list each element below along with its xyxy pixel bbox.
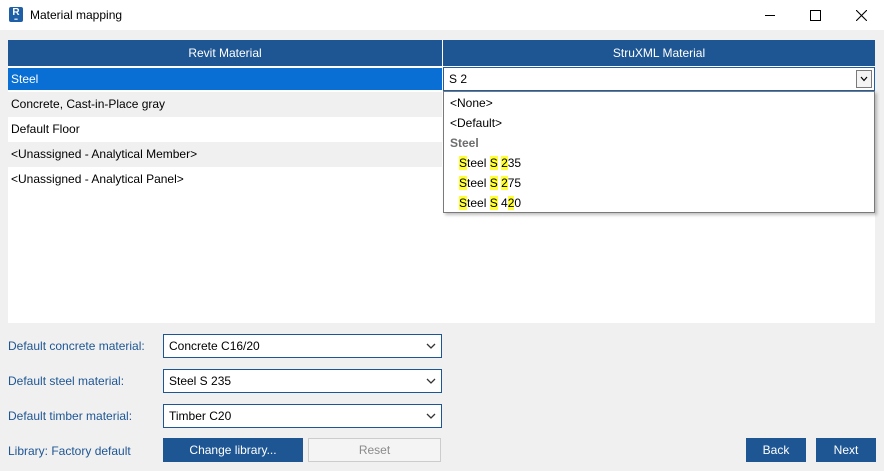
minimize-icon <box>765 15 775 16</box>
column-header-struxml-material[interactable]: StruXML Material <box>443 40 875 66</box>
table-row-concrete[interactable]: Concrete, Cast-in-Place gray <box>8 92 442 117</box>
maximize-icon <box>809 9 821 21</box>
change-library-button[interactable]: Change library... <box>163 438 303 462</box>
table-row-steel[interactable]: Steel <box>8 68 442 90</box>
close-button[interactable] <box>838 0 884 30</box>
default-timber-value: Timber C20 <box>169 409 232 423</box>
default-concrete-value: Concrete C16/20 <box>169 339 260 353</box>
revit-app-icon: R •• <box>9 7 23 23</box>
struxml-material-combo[interactable]: S 2 <box>443 67 875 91</box>
dropdown-item-steel-s275[interactable]: Steel S 275 <box>459 173 521 193</box>
minimize-button[interactable] <box>747 0 793 30</box>
chevron-down-icon <box>426 413 436 419</box>
reset-button[interactable]: Reset <box>308 438 441 462</box>
chevron-down-icon <box>426 378 436 384</box>
default-steel-select[interactable]: Steel S 235 <box>163 369 442 393</box>
maximize-button[interactable] <box>792 0 838 30</box>
default-concrete-select[interactable]: Concrete C16/20 <box>163 334 442 358</box>
default-timber-label: Default timber material: <box>8 409 133 423</box>
title-bar: R •• Material mapping <box>0 0 884 30</box>
dropdown-item-steel-s420[interactable]: Steel S 420 <box>459 193 521 213</box>
table-row-default-floor[interactable]: Default Floor <box>8 117 442 142</box>
dropdown-item-steel-s235[interactable]: Steel S 235 <box>459 153 521 173</box>
dropdown-item-none[interactable]: <None> <box>450 93 493 113</box>
chevron-down-icon <box>860 76 868 82</box>
table-row-unassigned-member[interactable]: <Unassigned - Analytical Member> <box>8 142 442 167</box>
dropdown-group-steel: Steel <box>450 136 479 150</box>
table-row-unassigned-panel[interactable]: <Unassigned - Analytical Panel> <box>8 167 442 192</box>
combo-dropdown-button[interactable] <box>856 70 872 88</box>
window-title: Material mapping <box>30 8 123 22</box>
default-concrete-label: Default concrete material: <box>8 339 145 353</box>
default-steel-label: Default steel material: <box>8 374 125 388</box>
dropdown-item-default[interactable]: <Default> <box>450 113 502 133</box>
back-button[interactable]: Back <box>746 438 806 462</box>
library-label: Library: Factory default <box>8 444 131 458</box>
combo-search-text[interactable]: S 2 <box>449 72 467 86</box>
column-header-revit-material[interactable]: Revit Material <box>8 40 442 66</box>
next-button[interactable]: Next <box>816 438 876 462</box>
material-dropdown-list: <None> <Default> Steel Steel S 235 Steel… <box>443 91 875 213</box>
chevron-down-icon <box>426 343 436 349</box>
default-timber-select[interactable]: Timber C20 <box>163 404 442 428</box>
default-steel-value: Steel S 235 <box>169 374 232 388</box>
close-icon <box>855 9 867 21</box>
